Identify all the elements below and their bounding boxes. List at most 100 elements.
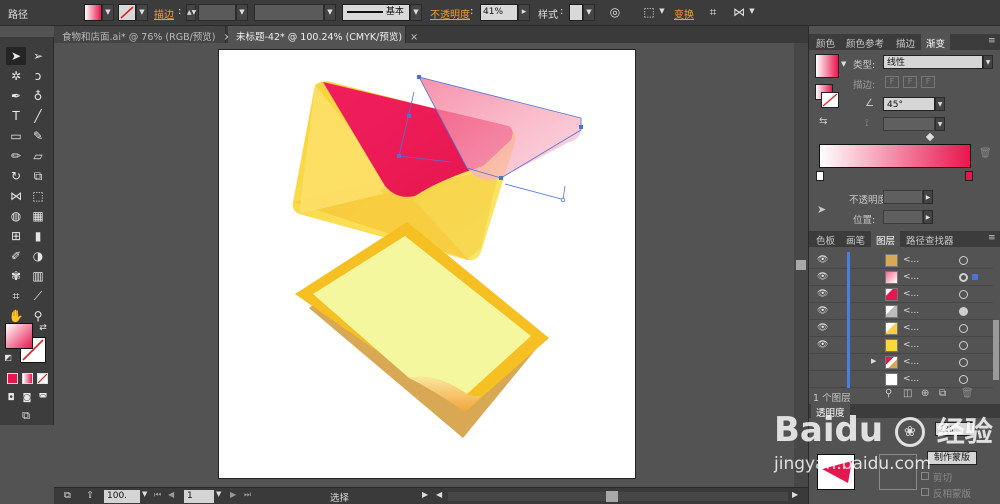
mesh-tool-icon[interactable]: ⊞ bbox=[6, 227, 26, 245]
first-artboard-icon[interactable]: ⏮ bbox=[154, 490, 161, 500]
stroke-weight-dropdown[interactable]: ▼ bbox=[236, 4, 248, 21]
tab-pathfinder[interactable]: 路径查找器 bbox=[901, 231, 959, 247]
gradient-type-select[interactable]: 线性 bbox=[883, 55, 983, 69]
panel-menu-icon[interactable]: ≡ bbox=[983, 34, 1000, 50]
selection-indicator[interactable] bbox=[972, 274, 978, 280]
type-tool-icon[interactable]: T bbox=[6, 107, 26, 125]
target-icon[interactable] bbox=[959, 307, 968, 316]
eye-icon[interactable]: 👁 bbox=[817, 323, 829, 333]
zoom-input[interactable]: 100. 24 bbox=[104, 490, 140, 503]
status-menu-arrow[interactable]: ▶ bbox=[422, 490, 428, 499]
layer-row[interactable]: 👁 <... bbox=[809, 320, 993, 337]
stroke-along-icon[interactable]: F bbox=[903, 76, 917, 88]
align-dropdown[interactable]: ▼ bbox=[656, 4, 668, 21]
target-icon[interactable] bbox=[959, 273, 968, 282]
eraser-tool-icon[interactable]: ▱ bbox=[28, 147, 48, 165]
graphic-style-swatch[interactable] bbox=[569, 4, 583, 21]
tab-color[interactable]: 颜色 bbox=[811, 34, 840, 50]
aspect-ratio-dropdown[interactable]: ▼ bbox=[935, 117, 945, 131]
line-tool-icon[interactable]: ╱ bbox=[28, 107, 48, 125]
swap-colors-icon[interactable]: ⇄ bbox=[36, 319, 50, 337]
stroke-weight-stepper[interactable]: ▲▼ bbox=[186, 4, 196, 21]
midpoint-diamond[interactable] bbox=[925, 132, 935, 142]
clipping-mask-icon[interactable]: ◫ bbox=[903, 388, 912, 399]
eye-icon[interactable]: 👁 bbox=[817, 306, 829, 316]
scale-tool-icon[interactable]: ⧉ bbox=[28, 167, 48, 185]
lasso-icon[interactable]: ↄ bbox=[28, 67, 48, 85]
tab-brushes[interactable]: 画笔 bbox=[841, 231, 870, 247]
eye-icon[interactable]: 👁 bbox=[817, 289, 829, 299]
new-sublayer-icon[interactable]: ⊕ bbox=[921, 388, 929, 399]
opacity-slider-button[interactable]: ▸ bbox=[518, 4, 530, 21]
selection-tool-icon[interactable]: ➤ bbox=[6, 47, 26, 65]
eye-icon[interactable]: 👁 bbox=[817, 272, 829, 282]
perspective-grid-icon[interactable]: ▦ bbox=[28, 207, 48, 225]
rotate-tool-icon[interactable]: ↻ bbox=[6, 167, 26, 185]
none-mode-icon[interactable] bbox=[37, 373, 48, 384]
brush-dropdown[interactable]: ▼ bbox=[410, 4, 422, 21]
layer-row[interactable]: <... bbox=[809, 371, 993, 388]
aspect-ratio-input[interactable] bbox=[883, 117, 935, 131]
gradient-preset-dropdown[interactable]: ▼ bbox=[841, 60, 846, 68]
gradient-tool-icon[interactable]: ▮ bbox=[28, 227, 48, 245]
panel-menu-icon[interactable]: ≡ bbox=[983, 231, 1000, 247]
stroke-swatch[interactable] bbox=[118, 4, 136, 21]
prev-artboard-icon[interactable]: ◀ bbox=[168, 490, 174, 499]
hscroll-left-arrow[interactable]: ◀ bbox=[436, 490, 442, 499]
stop-location-slider[interactable]: ▶ bbox=[923, 210, 933, 224]
note-card-artwork[interactable] bbox=[295, 222, 549, 438]
share-icon[interactable]: ⇪ bbox=[86, 490, 94, 501]
stop-location-input[interactable] bbox=[883, 210, 923, 224]
layer-row[interactable]: ▶ <... bbox=[809, 354, 993, 371]
opacity-link[interactable]: 不透明度 bbox=[430, 6, 470, 21]
target-icon[interactable] bbox=[959, 256, 968, 265]
tab-stroke[interactable]: 描边 bbox=[891, 34, 920, 50]
layer-row[interactable]: 👁 <... bbox=[809, 303, 993, 320]
style-dropdown[interactable]: ▼ bbox=[583, 4, 595, 21]
tab-food-and-storefront[interactable]: 食物和店面.ai* @ 76% (RGB/预览)× bbox=[54, 26, 231, 43]
opacity-input[interactable]: 41% bbox=[480, 4, 518, 21]
target-icon[interactable] bbox=[959, 358, 968, 367]
gradient-mode-icon[interactable] bbox=[22, 373, 33, 384]
stroke-across-icon[interactable]: F bbox=[921, 76, 935, 88]
direct-selection-tool-icon[interactable]: ➢ bbox=[28, 47, 48, 65]
delete-layer-icon[interactable]: 🗑 bbox=[961, 388, 974, 399]
artboard-number-input[interactable]: 1 bbox=[184, 490, 214, 503]
stroke-weight-input[interactable] bbox=[198, 4, 236, 21]
stroke-gradient-box[interactable] bbox=[821, 92, 839, 108]
layer-row[interactable]: 👁 <... bbox=[809, 286, 993, 303]
gradient-stop-start[interactable] bbox=[816, 171, 824, 181]
artboard-dropdown[interactable]: ▼ bbox=[216, 490, 221, 498]
target-icon[interactable] bbox=[959, 375, 968, 384]
stroke-weight-link[interactable]: 描边 bbox=[154, 6, 174, 21]
fill-dropdown[interactable]: ▼ bbox=[102, 4, 114, 21]
locate-object-icon[interactable]: ⚲ bbox=[885, 388, 892, 399]
layer-row[interactable]: 👁 <... bbox=[809, 337, 993, 354]
next-artboard-icon[interactable]: ▶ bbox=[230, 490, 236, 499]
target-icon[interactable] bbox=[959, 341, 968, 350]
curvature-tool-icon[interactable]: ♁ bbox=[28, 87, 48, 105]
symbol-sprayer-icon[interactable]: ✾ bbox=[6, 267, 26, 285]
width-tool-icon[interactable]: ⋈ bbox=[6, 187, 26, 205]
column-graph-icon[interactable]: ▥ bbox=[28, 267, 48, 285]
layers-scroll-thumb[interactable] bbox=[993, 320, 999, 380]
close-icon[interactable]: × bbox=[410, 32, 418, 43]
draw-inside-icon[interactable]: ◚ bbox=[36, 389, 50, 407]
gradient-slider[interactable] bbox=[819, 144, 971, 168]
layer-row[interactable]: 👁 <... bbox=[809, 269, 993, 286]
profile-dropdown[interactable]: ▼ bbox=[324, 4, 336, 21]
tab-swatches[interactable]: 色板 bbox=[811, 231, 840, 247]
gradient-stop-end[interactable] bbox=[965, 171, 973, 181]
vertical-scroll-thumb[interactable] bbox=[796, 260, 806, 270]
horizontal-scrollbar[interactable] bbox=[448, 492, 788, 501]
stroke-within-icon[interactable]: F bbox=[885, 76, 899, 88]
angle-input[interactable]: 45° bbox=[883, 97, 935, 111]
artboard[interactable] bbox=[218, 49, 636, 479]
magic-wand-icon[interactable]: ✲ bbox=[6, 67, 26, 85]
delete-stop-icon[interactable]: 🗑 bbox=[979, 148, 992, 159]
free-transform-icon[interactable]: ⬚ bbox=[28, 187, 48, 205]
layer-row[interactable]: 👁 <... bbox=[809, 252, 993, 269]
target-icon[interactable] bbox=[959, 324, 968, 333]
expand-arrow-icon[interactable]: ▶ bbox=[871, 357, 876, 365]
fill-color-front[interactable] bbox=[5, 323, 33, 349]
